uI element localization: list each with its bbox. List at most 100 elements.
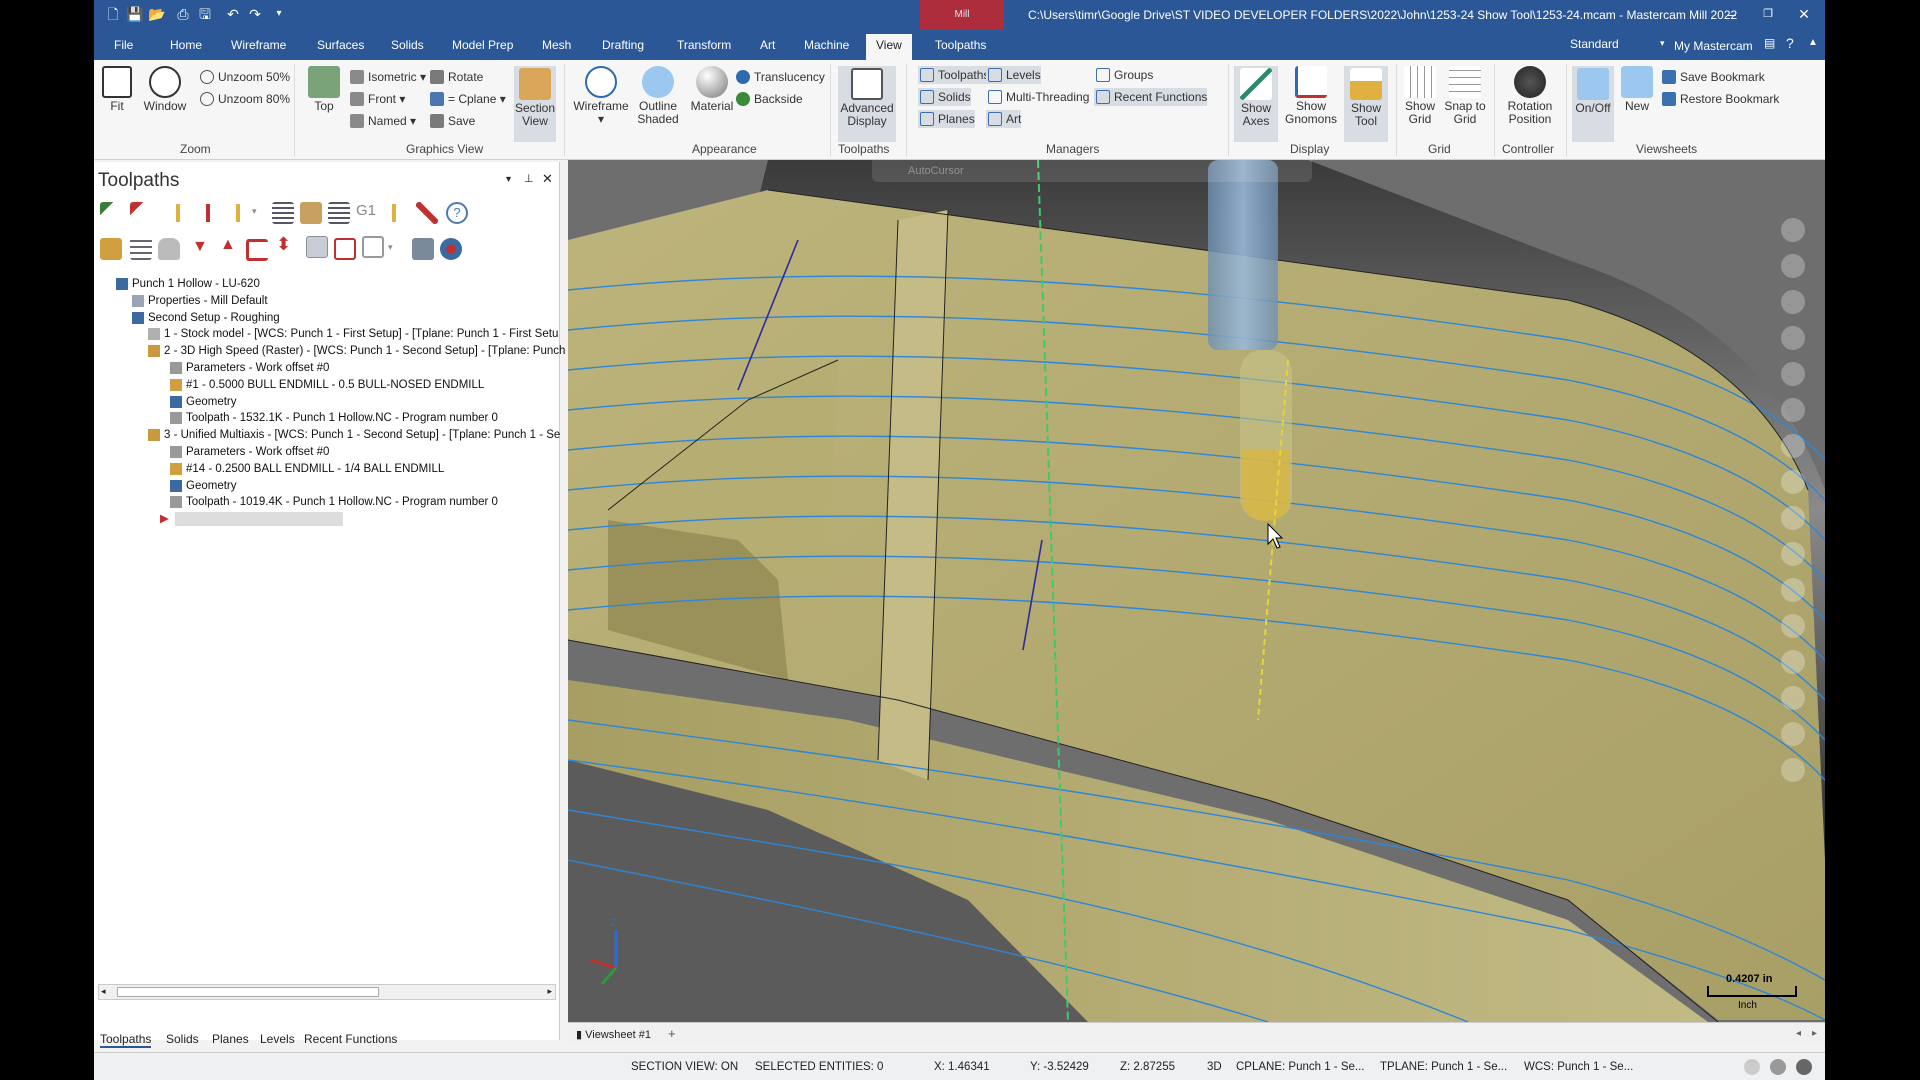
minimize-icon[interactable]: – [1722,4,1742,24]
move-up-icon[interactable]: ▲ [220,236,236,254]
insert-arrow-icon[interactable] [246,239,268,261]
deselect-all-icon[interactable] [130,202,152,224]
new-viewsheet-button[interactable]: New [1620,66,1654,113]
recent-functions-toggle[interactable]: Recent Functions [1094,88,1208,106]
redo-icon[interactable]: ↷ [246,5,264,23]
scroll-left-icon[interactable]: ◂ [101,986,106,997]
planes-manager-toggle[interactable]: Planes [918,110,975,128]
tab-model-prep[interactable]: Model Prep [452,38,513,52]
select-all-operations-icon[interactable] [100,202,122,224]
translucency-button[interactable]: Translucency [734,68,825,86]
fit-button[interactable]: Fit [102,66,132,113]
tab-view[interactable]: View [866,34,912,60]
show-grid-button[interactable]: Show Grid [1400,66,1440,126]
nc-editor-icon[interactable] [412,238,434,260]
tab-drafting[interactable]: Drafting [602,38,644,52]
tab-recent-functions[interactable]: Recent Functions [304,1032,397,1046]
save-view-button[interactable]: Save [428,112,475,130]
shading-mode-icon[interactable] [1770,1059,1786,1075]
save-as-icon[interactable]: 🖫 [196,5,214,23]
collapse-ribbon-icon[interactable]: ▲ [1808,37,1818,48]
verify-icon[interactable] [300,202,322,224]
multi-threading-toggle[interactable]: Multi-Threading [986,88,1089,106]
regenerate-dirty-icon[interactable] [198,202,220,224]
material-button[interactable]: Material [688,66,736,113]
panel-menu-icon[interactable]: ▾ [506,174,511,185]
cplane-button[interactable]: = Cplane ▾ [428,90,506,108]
unzoom-80-button[interactable]: Unzoom 80% [198,90,290,108]
post-g1-icon[interactable]: G1 [356,202,378,224]
move-down-icon[interactable]: ▼ [192,238,208,256]
tab-solids-manager[interactable]: Solids [166,1032,199,1046]
scroll-to-insert-icon[interactable]: ⬍ [276,234,291,255]
scrollbar-thumb[interactable] [117,987,379,997]
delete-toolpath-icon[interactable] [416,202,438,224]
panel-close-icon[interactable]: ✕ [542,171,553,187]
graphics-viewport[interactable]: AutoCursor Z 0.4207 in Inch [568,160,1825,1022]
toggle-posting-icon[interactable] [158,238,180,260]
insert-arrow-marker[interactable]: ▶ [160,511,343,527]
snap-to-grid-button[interactable]: Snap to Grid [1444,66,1486,126]
show-gnomons-button[interactable]: Show Gnomons [1284,66,1338,126]
toggle-display-icon[interactable] [130,238,152,260]
viewsheets-on-off-button[interactable]: On/Off [1572,66,1614,142]
tab-wireframe[interactable]: Wireframe [231,38,286,52]
undo-icon[interactable]: ↶ [224,5,242,23]
toolpaths-manager-toggle[interactable]: Toolpaths [918,66,990,84]
single-selection-icon[interactable] [306,236,328,258]
close-icon[interactable]: ✕ [1794,4,1814,24]
workspace-select[interactable]: Standard [1570,37,1619,51]
section-view-button[interactable]: Section View [514,66,556,142]
wcs-status[interactable]: WCS: Punch 1 - Se... [1524,1061,1633,1073]
new-file-icon[interactable]: 🗋 [104,5,122,23]
tab-toolpaths[interactable]: Toolpaths [935,38,986,52]
front-button[interactable]: Front ▾ [348,90,405,108]
toolpath-filter-icon[interactable] [362,236,384,258]
tab-file[interactable]: File [114,38,133,52]
levels-manager-toggle[interactable]: Levels [986,66,1041,84]
tab-mesh[interactable]: Mesh [542,38,571,52]
restore-bookmark-button[interactable]: Restore Bookmark [1660,90,1779,108]
feedback-icon[interactable]: ▤ [1764,36,1775,50]
show-tool-button[interactable]: Show Tool [1344,66,1388,142]
tplane-status[interactable]: TPLANE: Punch 1 - Se... [1380,1061,1507,1073]
simulate-icon[interactable] [328,202,350,224]
regenerate-selected-icon[interactable] [168,202,190,224]
open-icon[interactable]: 📂 [148,5,166,23]
rotate-button[interactable]: Rotate [428,68,483,86]
pin-icon[interactable]: ⊥ [524,172,534,185]
machine-settings-icon[interactable] [440,238,462,260]
tab-levels-manager[interactable]: Levels [260,1032,295,1046]
render-mode-icon[interactable] [1796,1059,1812,1075]
help-icon[interactable]: ? [446,202,468,224]
help-icon[interactable]: ? [1786,35,1794,51]
cplane-status[interactable]: CPLANE: Punch 1 - Se... [1236,1061,1364,1073]
tab-planes-manager[interactable]: Planes [212,1032,249,1046]
toolpath-tools-icon[interactable] [228,202,250,224]
tab-transform[interactable]: Transform [677,38,731,52]
chevron-down-icon[interactable]: ▾ [1660,38,1665,49]
top-view-button[interactable]: Top [306,66,342,113]
mode-3d-toggle[interactable]: 3D [1207,1061,1222,1073]
named-view-button[interactable]: Named ▾ [348,112,416,130]
backside-button[interactable]: Backside [734,90,803,108]
z-coordinate[interactable]: Z: 2.87255 [1120,1061,1175,1073]
restore-icon[interactable]: ❐ [1758,4,1778,24]
display-mode-icon[interactable] [1744,1059,1760,1075]
window-zoom-button[interactable]: Window [142,66,188,113]
solids-manager-toggle[interactable]: Solids [918,88,971,106]
save-bookmark-button[interactable]: Save Bookmark [1660,68,1765,86]
rotation-position-button[interactable]: Rotation Position [1500,66,1560,126]
groups-manager-toggle[interactable]: Groups [1094,66,1153,84]
outline-shaded-button[interactable]: Outline Shaded [634,66,682,126]
scroll-right-icon[interactable]: ▸ [547,986,552,997]
tab-machine[interactable]: Machine [804,38,849,52]
unzoom-50-button[interactable]: Unzoom 50% [198,68,290,86]
tab-art[interactable]: Art [760,38,775,52]
print-icon[interactable]: ⎙ [174,5,192,23]
scroll-right-icon[interactable]: ▸ [1812,1028,1817,1039]
high-speed-backplot-icon[interactable] [384,202,406,224]
my-mastercam-link[interactable]: My Mastercam [1674,39,1753,53]
save-icon[interactable]: 💾 [126,5,144,23]
wireframe-button[interactable]: Wireframe ▾ [572,66,630,126]
